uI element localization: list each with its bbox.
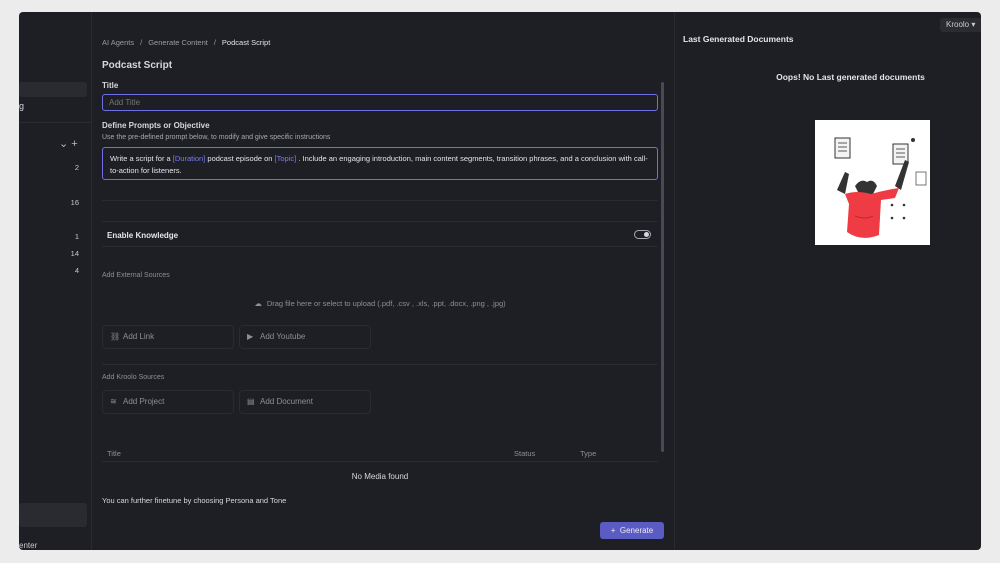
column-header-title: Title	[107, 449, 121, 458]
sidebar-count: 4	[74, 266, 79, 275]
layers-icon: ≋	[110, 397, 117, 406]
media-empty-state: No Media found	[351, 472, 409, 481]
prompt-tag-duration[interactable]: [Duration]	[173, 154, 206, 163]
sidebar-count: 2	[74, 163, 79, 172]
breadcrumb-current: Podcast Script	[221, 38, 271, 47]
add-link-label: Add Link	[123, 332, 155, 341]
prompt-text: Write a script for a	[110, 154, 173, 163]
document-icon: ▤	[247, 397, 255, 406]
empty-state-illustration	[815, 120, 930, 245]
plus-icon: +	[610, 526, 616, 535]
kroolo-sources-label: Add Kroolo Sources	[102, 374, 165, 381]
panel-title: Last Generated Documents	[683, 34, 794, 44]
prompt-text: podcast episode on	[205, 154, 275, 163]
sidebar-footer-label[interactable]: enter	[19, 541, 37, 550]
add-project-label: Add Project	[123, 397, 165, 406]
sidebar-bottom-item[interactable]	[19, 503, 87, 527]
knowledge-label: Enable Knowledge	[107, 231, 179, 240]
empty-state-text: Oops! No Last generated documents	[776, 72, 925, 82]
generate-button[interactable]: + Generate	[600, 522, 664, 539]
prompt-tag-topic[interactable]: [Topic]	[275, 154, 297, 163]
sidebar-item-label[interactable]: g	[19, 101, 24, 111]
sidebar-divider	[19, 122, 92, 123]
file-dropzone[interactable]: ☁ Drag file here or select to upload (.pd…	[102, 296, 658, 312]
youtube-icon: ▶	[247, 332, 254, 341]
column-header-type: Type	[580, 449, 597, 458]
add-link-button[interactable]: ⛓ Add Link	[102, 325, 234, 349]
prompt-label: Define Prompts or Objective	[102, 121, 210, 130]
sidebar-count: 1	[74, 232, 79, 241]
finetune-hint: You can further finetune by choosing Per…	[102, 496, 287, 505]
main-scrollbar[interactable]	[661, 82, 664, 452]
add-project-button[interactable]: ≋ Add Project	[102, 390, 234, 414]
section-divider	[102, 200, 658, 201]
breadcrumb-item[interactable]: Generate Content	[148, 38, 208, 47]
generate-label: Generate	[619, 526, 654, 535]
media-table-header: Title Status Type	[102, 444, 658, 462]
section-divider	[102, 364, 658, 365]
toggle-knob	[644, 232, 649, 237]
link-icon: ⛓	[110, 332, 121, 341]
last-generated-panel: Last Generated Documents Oops! No Last g…	[674, 12, 981, 550]
dropzone-text: Drag file here or select to upload (.pdf…	[266, 299, 506, 308]
external-sources-label: Add External Sources	[102, 272, 170, 279]
sidebar-active-item[interactable]	[19, 82, 87, 97]
add-youtube-button[interactable]: ▶ Add Youtube	[239, 325, 371, 349]
breadcrumb-item[interactable]: AI Agents	[102, 38, 134, 47]
knowledge-row: Enable Knowledge	[102, 221, 658, 247]
sidebar-count: 16	[70, 198, 79, 207]
prompt-textarea[interactable]: Write a script for a [Duration] podcast …	[102, 147, 658, 180]
page-title: Podcast Script	[102, 60, 173, 71]
column-header-status: Status	[514, 449, 536, 458]
title-input[interactable]	[102, 94, 658, 111]
add-youtube-label: Add Youtube	[260, 332, 306, 341]
app-window: Kroolo ▾ g ⌄ + 2 16 1 14 4 enter AI Agen…	[19, 12, 981, 550]
breadcrumb: AI Agents / Generate Content / Podcast Scrip…	[102, 38, 271, 47]
knowledge-toggle[interactable]	[634, 230, 651, 239]
main-panel: AI Agents / Generate Content / Podcast Scrip…	[92, 12, 674, 550]
sidebar: g ⌄ + 2 16 1 14 4 enter	[19, 12, 92, 550]
prompt-hint: Use the pre-defined prompt below, to mod…	[102, 134, 331, 141]
sidebar-count: 14	[70, 249, 79, 258]
add-document-label: Add Document	[260, 397, 313, 406]
add-document-button[interactable]: ▤ Add Document	[239, 390, 371, 414]
sidebar-tools[interactable]: ⌄ +	[59, 137, 78, 150]
title-label: Title	[102, 81, 119, 90]
upload-cloud-icon: ☁	[254, 299, 262, 308]
